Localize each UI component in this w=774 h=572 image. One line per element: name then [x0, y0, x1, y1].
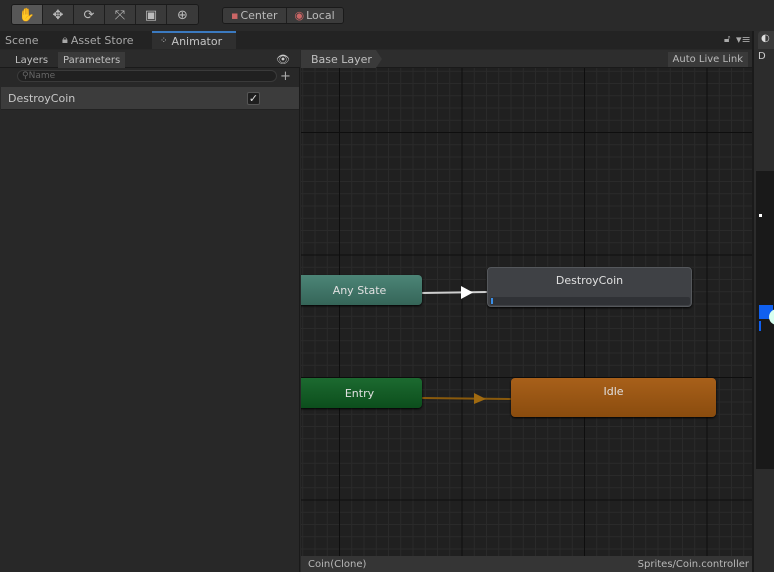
- main-toolbar: ✋ ✥ ⟳ ⤧ ▣ ⊕ ▪ Center ◉ Local: [0, 0, 774, 31]
- breadcrumb-label: Base Layer: [311, 52, 372, 66]
- eye-icon[interactable]: 👁︎: [276, 53, 290, 66]
- status-controller-path: Sprites/Coin.controller: [637, 559, 749, 570]
- parameter-name: DestroyCoin: [8, 91, 76, 105]
- auto-live-link-button[interactable]: Auto Live Link: [667, 52, 748, 67]
- status-bar: Coin(Clone) Sprites/Coin.controller: [301, 556, 752, 572]
- trigger-checkbox[interactable]: ✓: [247, 92, 260, 105]
- parameter-row[interactable]: DestroyCoin ✓: [1, 87, 299, 110]
- transform-icon[interactable]: ⊕: [167, 5, 198, 24]
- state-idle[interactable]: Idle: [511, 378, 716, 417]
- hand-icon[interactable]: ✋: [12, 5, 43, 24]
- right-panel: ◐ D: [752, 31, 774, 572]
- node-label: Entry: [344, 386, 375, 400]
- node-label: Any State: [332, 283, 387, 297]
- scale-icon[interactable]: ⤧: [105, 5, 136, 24]
- arrow-icon: [474, 393, 486, 404]
- transition-entry-to-idle[interactable]: [421, 397, 512, 400]
- status-object: Coin(Clone): [308, 559, 367, 570]
- tab-label: Parameters: [63, 54, 121, 66]
- tab-animator[interactable]: ⁘ Animator: [152, 31, 236, 49]
- state-graph[interactable]: Any State DestroyCoin Entry Idle: [301, 68, 752, 556]
- transitions: [421, 286, 512, 404]
- pivot-label: Center: [240, 9, 278, 22]
- add-parameter-icon[interactable]: +: [280, 69, 291, 84]
- button-label: Auto Live Link: [672, 54, 743, 65]
- parameters-panel: Layers Parameters 👁︎ ⚲Name + DestroyCoin…: [0, 50, 300, 572]
- transition-any-to-destroy[interactable]: [421, 291, 488, 294]
- space-label: Local: [306, 9, 335, 22]
- search-icon: ⚲: [22, 71, 29, 81]
- pivot-local-button[interactable]: ◉ Local: [286, 8, 343, 23]
- tab-scene[interactable]: Scene: [5, 31, 39, 49]
- parameter-search-input[interactable]: ⚲Name: [17, 70, 277, 82]
- right-tab[interactable]: ◐: [758, 31, 774, 49]
- state-entry[interactable]: Entry: [301, 378, 422, 408]
- animator-icon: ⁘: [160, 36, 168, 46]
- tab-label: Layers: [15, 54, 49, 66]
- tab-label: Asset Store: [70, 33, 134, 47]
- state-destroycoin[interactable]: DestroyCoin: [487, 267, 692, 307]
- graph-header: Base Layer Auto Live Link: [301, 50, 752, 68]
- tab-parameters[interactable]: Parameters: [58, 52, 126, 68]
- search-placeholder: Name: [28, 71, 56, 81]
- lock-icon[interactable]: 🔓︎: [724, 34, 730, 45]
- preview-area: [756, 171, 774, 469]
- right-panel-label: D: [758, 51, 766, 62]
- store-icon: 🔒︎: [62, 33, 68, 46]
- rect-icon[interactable]: ▣: [136, 5, 167, 24]
- arrow-icon: [461, 286, 473, 299]
- tab-label: Scene: [5, 33, 39, 47]
- tab-asset-store[interactable]: 🔒︎ Asset Store: [62, 31, 134, 49]
- window-tabs: Scene 🔒︎ Asset Store ⁘ Animator 🔓︎ ▾≡: [0, 31, 774, 49]
- tab-layers[interactable]: Layers: [10, 52, 53, 68]
- rotate-icon[interactable]: ⟳: [74, 5, 105, 24]
- pivot-toggles: ▪ Center ◉ Local: [222, 7, 344, 24]
- pivot-center-button[interactable]: ▪ Center: [223, 8, 287, 23]
- move-icon[interactable]: ✥: [43, 5, 74, 24]
- state-progress-bar: [490, 297, 690, 305]
- tab-label: Animator: [171, 34, 223, 48]
- state-any-state[interactable]: Any State: [301, 275, 422, 305]
- menu-icon[interactable]: ▾≡: [736, 33, 751, 46]
- node-label: Idle: [603, 385, 624, 398]
- transform-tools: ✋ ✥ ⟳ ⤧ ▣ ⊕: [11, 4, 199, 25]
- breadcrumb[interactable]: Base Layer: [301, 50, 382, 68]
